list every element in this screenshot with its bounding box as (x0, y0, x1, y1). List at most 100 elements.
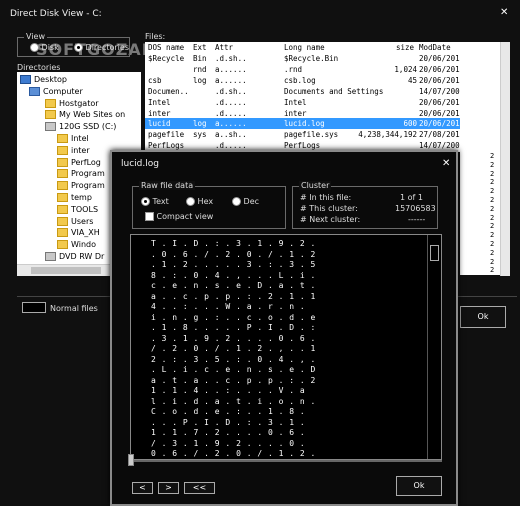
drive-icon (45, 122, 56, 132)
file-cell-date: 20/06/2012 (419, 97, 460, 107)
main-window-title: Direct Disk View - C: (10, 9, 102, 19)
normal-files-toggle[interactable] (22, 302, 46, 313)
file-cell-date: 20/06/2012 (419, 64, 460, 74)
raw-text-line: . L . i . c . e . n . s . e . D (151, 365, 316, 374)
tree-node-label: temp (71, 193, 92, 202)
files-vscrollbar-lower[interactable] (500, 152, 510, 276)
file-cell-dos: pagefile (148, 130, 185, 140)
folder-icon (57, 204, 68, 214)
tree-node[interactable]: Hostgator (45, 98, 99, 109)
file-row[interactable]: pagefile sys a..sh.. pagefile.sys 4,238,344,… (145, 129, 460, 140)
dec-radio[interactable]: Dec (232, 197, 259, 206)
raw-text-line: 2 . : . 3 . 5 . : . 0 . 4 . , . (151, 354, 316, 364)
file-date-partial: 2 (460, 169, 500, 179)
file-date-partial: 2 (460, 196, 500, 205)
file-row[interactable]: csb log a...... csb.log 45 20/06/2012 (145, 75, 460, 86)
file-dialog: lucid.log ✕ Raw file data Text Hex Dec C… (110, 150, 458, 506)
files-label: Files: (145, 32, 166, 41)
tree-hscroll-thumb[interactable] (31, 267, 101, 274)
file-row[interactable]: lucid log a...... lucid.log 600 20/06/2012 (145, 118, 460, 130)
main-ok-button[interactable]: Ok (460, 306, 506, 328)
main-close-icon[interactable]: ✕ (500, 7, 508, 18)
disk-radio-icon (30, 43, 39, 52)
file-cell-date: 20/06/2012 (419, 54, 460, 63)
raw-text-line: a . t . a . . c . p . p . : . 2 (151, 375, 316, 385)
next-cluster-button[interactable]: > (158, 482, 179, 494)
col-moddate[interactable]: ModDate (419, 42, 451, 53)
file-cell-ext: rnd (193, 64, 207, 74)
col-ext[interactable]: Ext (193, 42, 207, 53)
tree-node[interactable]: Program (57, 180, 105, 191)
in-file-value: 1 of 1 (400, 193, 423, 202)
folder-icon (57, 193, 68, 202)
col-long-name[interactable]: Long name (284, 42, 325, 53)
tree-node[interactable]: DVD RW Dr (45, 251, 104, 262)
file-cell-attr: .d..... (215, 108, 247, 118)
tree-node[interactable]: My Web Sites on (45, 109, 125, 120)
file-cell-dos: lucid (148, 119, 171, 129)
col-attr[interactable]: Attr (215, 42, 233, 53)
dialog-ok-button[interactable]: Ok (396, 476, 442, 496)
tree-node[interactable]: inter (57, 145, 90, 156)
tree-node[interactable]: Desktop (20, 74, 67, 85)
folder-icon (57, 145, 68, 155)
file-row[interactable]: Intel .d..... Intel 20/06/2012 (145, 97, 460, 108)
main-ok-label: Ok (477, 312, 489, 321)
col-dos-name[interactable]: DOS name (148, 42, 184, 53)
tree-node[interactable]: VIA_XH (57, 227, 100, 238)
file-date-partial: 2 (460, 178, 500, 188)
next-cluster-label: > (165, 483, 172, 492)
tree-node[interactable]: Users (57, 216, 93, 227)
tree-node[interactable]: temp (57, 192, 92, 203)
raw-text-line: . 1 . 8 . . . . . P . I . D . : (151, 323, 316, 332)
file-date-partial: 2 (460, 257, 500, 267)
dialog-close-icon[interactable]: ✕ (442, 158, 450, 169)
view-disk-radio[interactable]: Disk (30, 43, 59, 52)
first-cluster-label: << (192, 483, 207, 492)
file-row[interactable]: Documen.. .d.sh.. Documents and Settings 14… (145, 86, 460, 97)
tree-node[interactable]: Computer (29, 86, 83, 97)
file-cell-long: Documents and Settings (284, 86, 384, 96)
view-directories-radio[interactable]: Directories (74, 43, 129, 52)
view-group-label: View (24, 32, 47, 41)
desktop-icon (20, 75, 31, 84)
prev-cluster-button[interactable]: < (132, 482, 153, 494)
file-cell-size: 1,024 (394, 64, 417, 74)
tree-node-label: inter (71, 145, 90, 155)
tree-node-label: Program (71, 181, 105, 191)
text-radio[interactable]: Text (141, 197, 169, 206)
tree-node[interactable]: Windo (57, 239, 96, 250)
file-row[interactable]: rnd a...... .rnd 1,024 20/06/2012 (145, 64, 460, 75)
first-cluster-button[interactable]: << (184, 482, 215, 494)
tree-node-label: PerfLog (71, 157, 101, 167)
cluster-slider-track[interactable] (130, 460, 442, 462)
raw-text-line: l . i . d . a . t . i . o . n . (151, 396, 316, 406)
file-row[interactable]: $Recycle Bin .d.sh.. $Recycle.Bin 20/06/2012 (145, 53, 460, 64)
tree-node[interactable]: TOOLS (57, 204, 98, 215)
hex-radio[interactable]: Hex (186, 197, 213, 206)
folder-icon (57, 169, 68, 179)
file-date-partial: 2 (460, 204, 500, 214)
files-vscrollbar[interactable] (500, 42, 510, 152)
tree-node[interactable]: 120G SSD (C:) (45, 121, 116, 132)
tree-node[interactable]: Intel (57, 133, 89, 144)
tree-node[interactable]: Program (57, 168, 105, 179)
raw-text-line: 0 . 6 . / . 2 . 0 . / . 1 . 2 . (151, 449, 316, 458)
cluster-slider-thumb[interactable] (128, 454, 134, 466)
raw-vscrollbar[interactable] (427, 235, 441, 459)
tree-node[interactable]: PerfLog (57, 157, 101, 168)
tree-node-label: DVD RW Dr (59, 252, 105, 261)
raw-vscroll-thumb[interactable] (430, 245, 439, 261)
file-cell-size: 600 (403, 119, 417, 129)
file-row[interactable]: inter .d..... inter 20/06/2012 (145, 108, 460, 119)
raw-data-view[interactable]: T . I . D . : . 3 . 1 . 9 . 2 .. 0 . 6 .… (130, 234, 442, 460)
raw-text-line: . 1 . 2 . . . . . 3 . : . 3 . 5 (151, 260, 316, 269)
directories-label: Directories (17, 63, 61, 72)
file-cell-attr: .d..... (215, 97, 247, 107)
file-list[interactable]: DOS name Ext Attr Long name size ModDate… (145, 42, 460, 152)
col-size[interactable]: size (396, 42, 414, 53)
this-cluster-value: 15706583 (395, 204, 436, 213)
file-list-header: DOS name Ext Attr Long name size ModDate (145, 42, 460, 53)
file-cell-long: inter (284, 108, 307, 118)
compact-view-checkbox[interactable]: Compact view (145, 212, 213, 221)
